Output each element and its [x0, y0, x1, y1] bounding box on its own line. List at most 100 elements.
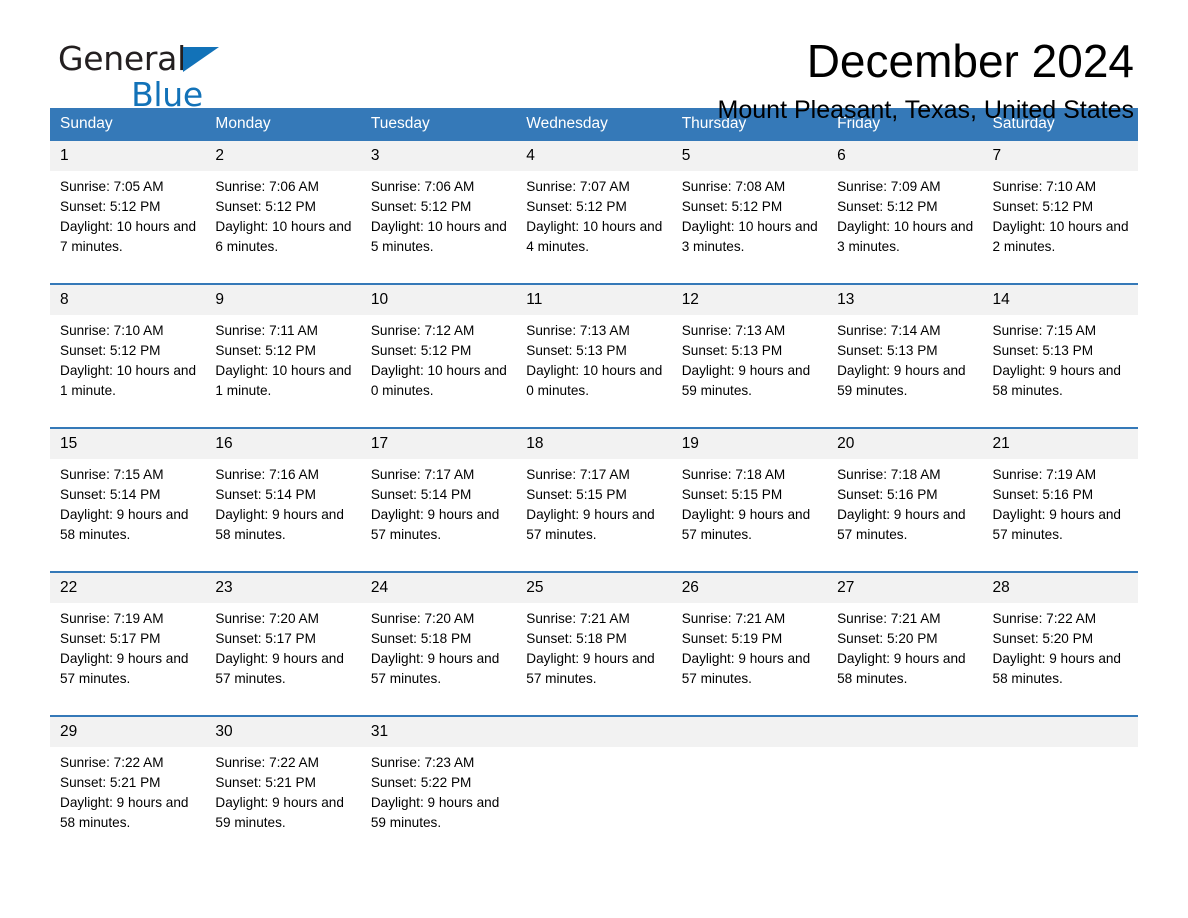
day-cell-inner: 15 Sunrise: 7:15 AM Sunset: 5:14 PM Dayligh… [50, 429, 206, 562]
day-details: Sunrise: 7:21 AM Sunset: 5:18 PM Daylight:… [516, 603, 671, 689]
day-cell-inner: 28 Sunrise: 7:22 AM Sunset: 5:20 PM Dayligh… [982, 573, 1138, 706]
sunset-text: Sunset: 5:16 PM [837, 487, 938, 502]
sunset-text: Sunset: 5:12 PM [526, 199, 627, 214]
calendar-day-cell[interactable]: 15 Sunrise: 7:15 AM Sunset: 5:14 PM Dayligh… [50, 427, 206, 562]
sunrise-text: Sunrise: 7:06 AM [215, 179, 319, 194]
calendar-day-cell[interactable]: 2 Sunrise: 7:06 AM Sunset: 5:12 PM Daylight… [205, 141, 361, 274]
sunset-text: Sunset: 5:21 PM [60, 775, 161, 790]
calendar-table: Sunday Monday Tuesday Wednesday Thursday… [50, 108, 1138, 850]
calendar-empty-cell [827, 715, 983, 850]
sunrise-text: Sunrise: 7:13 AM [526, 323, 630, 338]
day-cell-inner [827, 717, 983, 850]
calendar-day-cell[interactable]: 13 Sunrise: 7:14 AM Sunset: 5:13 PM Dayligh… [827, 283, 983, 418]
day-cell-inner: 3 Sunrise: 7:06 AM Sunset: 5:12 PM Daylight… [360, 141, 517, 274]
calendar-day-cell[interactable]: 10 Sunrise: 7:12 AM Sunset: 5:12 PM Dayligh… [360, 283, 517, 418]
day-details: Sunrise: 7:06 AM Sunset: 5:12 PM Daylight:… [361, 171, 516, 257]
calendar-day-cell[interactable]: 31 Sunrise: 7:23 AM Sunset: 5:22 PM Dayligh… [360, 715, 517, 850]
calendar-day-cell[interactable]: 29 Sunrise: 7:22 AM Sunset: 5:21 PM Dayligh… [50, 715, 206, 850]
calendar-day-cell[interactable]: 20 Sunrise: 7:18 AM Sunset: 5:16 PM Dayligh… [827, 427, 983, 562]
daylight-text: Daylight: 9 hours and 58 minutes. [60, 507, 189, 542]
day-number: 24 [360, 573, 517, 603]
sunrise-text: Sunrise: 7:09 AM [837, 179, 941, 194]
day-details: Sunrise: 7:14 AM Sunset: 5:13 PM Daylight:… [827, 315, 982, 401]
week-spacer-cell [50, 562, 1138, 572]
calendar-day-cell[interactable]: 28 Sunrise: 7:22 AM Sunset: 5:20 PM Dayligh… [982, 571, 1138, 706]
sunset-text: Sunset: 5:12 PM [60, 199, 161, 214]
sunset-text: Sunset: 5:17 PM [60, 631, 161, 646]
sunrise-text: Sunrise: 7:18 AM [837, 467, 941, 482]
calendar-day-cell[interactable]: 30 Sunrise: 7:22 AM Sunset: 5:21 PM Dayligh… [205, 715, 361, 850]
calendar-week-row: 8 Sunrise: 7:10 AM Sunset: 5:12 PM Daylight… [50, 283, 1138, 418]
daylight-text: Daylight: 9 hours and 58 minutes. [992, 651, 1121, 686]
daylight-text: Daylight: 10 hours and 3 minutes. [837, 219, 974, 254]
daylight-text: Daylight: 9 hours and 57 minutes. [526, 507, 655, 542]
sunrise-text: Sunrise: 7:22 AM [992, 611, 1097, 626]
sunset-text: Sunset: 5:12 PM [60, 343, 161, 358]
day-number: 5 [671, 141, 828, 171]
day-cell-inner: 29 Sunrise: 7:22 AM Sunset: 5:21 PM Dayligh… [50, 717, 206, 850]
calendar-day-cell[interactable]: 1 Sunrise: 7:05 AM Sunset: 5:12 PM Daylight… [50, 141, 206, 274]
calendar-day-cell[interactable]: 6 Sunrise: 7:09 AM Sunset: 5:12 PM Daylight… [827, 141, 983, 274]
day-number: 20 [827, 429, 983, 459]
calendar-day-cell[interactable]: 5 Sunrise: 7:08 AM Sunset: 5:12 PM Daylight… [671, 141, 828, 274]
sunrise-text: Sunrise: 7:23 AM [370, 755, 475, 770]
calendar-day-cell[interactable]: 19 Sunrise: 7:18 AM Sunset: 5:15 PM Dayligh… [671, 427, 828, 562]
calendar-day-cell[interactable]: 11 Sunrise: 7:13 AM Sunset: 5:13 PM Dayligh… [516, 283, 672, 418]
calendar-day-cell[interactable]: 27 Sunrise: 7:21 AM Sunset: 5:20 PM Dayligh… [827, 571, 983, 706]
sunset-text: Sunset: 5:18 PM [370, 631, 472, 646]
day-details: Sunrise: 7:17 AM Sunset: 5:14 PM Daylight:… [361, 459, 516, 545]
calendar-day-cell[interactable]: 23 Sunrise: 7:20 AM Sunset: 5:17 PM Dayligh… [205, 571, 361, 706]
sunset-text: Sunset: 5:16 PM [992, 487, 1094, 502]
day-cell-inner: 8 Sunrise: 7:10 AM Sunset: 5:12 PM Daylight… [50, 285, 206, 418]
calendar-day-cell[interactable]: 3 Sunrise: 7:06 AM Sunset: 5:12 PM Daylight… [360, 141, 517, 274]
day-number: 6 [827, 141, 983, 171]
calendar-day-cell[interactable]: 17 Sunrise: 7:17 AM Sunset: 5:14 PM Dayligh… [360, 427, 517, 562]
daylight-text: Daylight: 9 hours and 59 minutes. [370, 795, 500, 830]
day-number: 30 [205, 717, 361, 747]
daylight-text: Daylight: 9 hours and 57 minutes. [837, 507, 966, 542]
calendar-day-cell[interactable]: 18 Sunrise: 7:17 AM Sunset: 5:15 PM Dayligh… [516, 427, 672, 562]
daylight-text: Daylight: 9 hours and 58 minutes. [837, 651, 966, 686]
calendar-day-cell[interactable]: 7 Sunrise: 7:10 AM Sunset: 5:12 PM Daylight… [982, 141, 1138, 274]
calendar-day-cell[interactable]: 12 Sunrise: 7:13 AM Sunset: 5:13 PM Dayligh… [671, 283, 828, 418]
calendar-day-cell[interactable]: 26 Sunrise: 7:21 AM Sunset: 5:19 PM Dayligh… [671, 571, 828, 706]
day-number: 11 [516, 285, 672, 315]
calendar-day-cell[interactable]: 21 Sunrise: 7:19 AM Sunset: 5:16 PM Dayligh… [982, 427, 1138, 562]
day-cell-inner: 13 Sunrise: 7:14 AM Sunset: 5:13 PM Dayligh… [827, 285, 983, 418]
calendar-day-cell[interactable]: 8 Sunrise: 7:10 AM Sunset: 5:12 PM Daylight… [50, 283, 206, 418]
page-header: General Blue December 2024 Mount Pleasan… [50, 0, 1138, 124]
day-cell-inner: 16 Sunrise: 7:16 AM Sunset: 5:14 PM Dayligh… [205, 429, 361, 562]
day-number: 7 [982, 141, 1138, 171]
calendar-day-cell[interactable]: 9 Sunrise: 7:11 AM Sunset: 5:12 PM Daylight… [205, 283, 361, 418]
calendar-week-row: 29 Sunrise: 7:22 AM Sunset: 5:21 PM Dayligh… [50, 715, 1138, 850]
day-details: Sunrise: 7:17 AM Sunset: 5:15 PM Daylight:… [516, 459, 671, 545]
day-number: 18 [516, 429, 672, 459]
day-cell-inner: 11 Sunrise: 7:13 AM Sunset: 5:13 PM Dayligh… [516, 285, 672, 418]
calendar-day-cell[interactable]: 24 Sunrise: 7:20 AM Sunset: 5:18 PM Dayligh… [360, 571, 517, 706]
sunset-text: Sunset: 5:14 PM [215, 487, 316, 502]
day-number: 31 [360, 717, 517, 747]
sunrise-text: Sunrise: 7:13 AM [681, 323, 786, 338]
week-spacer [50, 418, 1138, 428]
day-number: 17 [360, 429, 517, 459]
logo-text-blue: Blue [131, 75, 203, 114]
calendar-day-cell[interactable]: 22 Sunrise: 7:19 AM Sunset: 5:17 PM Dayligh… [50, 571, 206, 706]
daylight-text: Daylight: 9 hours and 59 minutes. [837, 363, 966, 398]
sunrise-text: Sunrise: 7:18 AM [681, 467, 786, 482]
day-number: 25 [516, 573, 672, 603]
day-details: Sunrise: 7:22 AM Sunset: 5:20 PM Daylight:… [983, 603, 1138, 689]
calendar-day-cell[interactable]: 4 Sunrise: 7:07 AM Sunset: 5:12 PM Daylight… [516, 141, 672, 274]
day-number: 22 [50, 573, 206, 603]
sunset-text: Sunset: 5:14 PM [60, 487, 161, 502]
sunrise-text: Sunrise: 7:14 AM [837, 323, 941, 338]
week-spacer [50, 562, 1138, 572]
sunset-text: Sunset: 5:14 PM [370, 487, 472, 502]
calendar-day-cell[interactable]: 16 Sunrise: 7:16 AM Sunset: 5:14 PM Dayligh… [205, 427, 361, 562]
calendar-day-cell[interactable]: 14 Sunrise: 7:15 AM Sunset: 5:13 PM Dayligh… [982, 283, 1138, 418]
generalblue-logo: General Blue [58, 40, 248, 116]
daylight-text: Daylight: 10 hours and 0 minutes. [526, 363, 663, 398]
sunset-text: Sunset: 5:15 PM [526, 487, 627, 502]
calendar-day-cell[interactable]: 25 Sunrise: 7:21 AM Sunset: 5:18 PM Dayligh… [516, 571, 672, 706]
day-cell-inner: 20 Sunrise: 7:18 AM Sunset: 5:16 PM Dayligh… [827, 429, 983, 562]
day-number: 23 [205, 573, 361, 603]
